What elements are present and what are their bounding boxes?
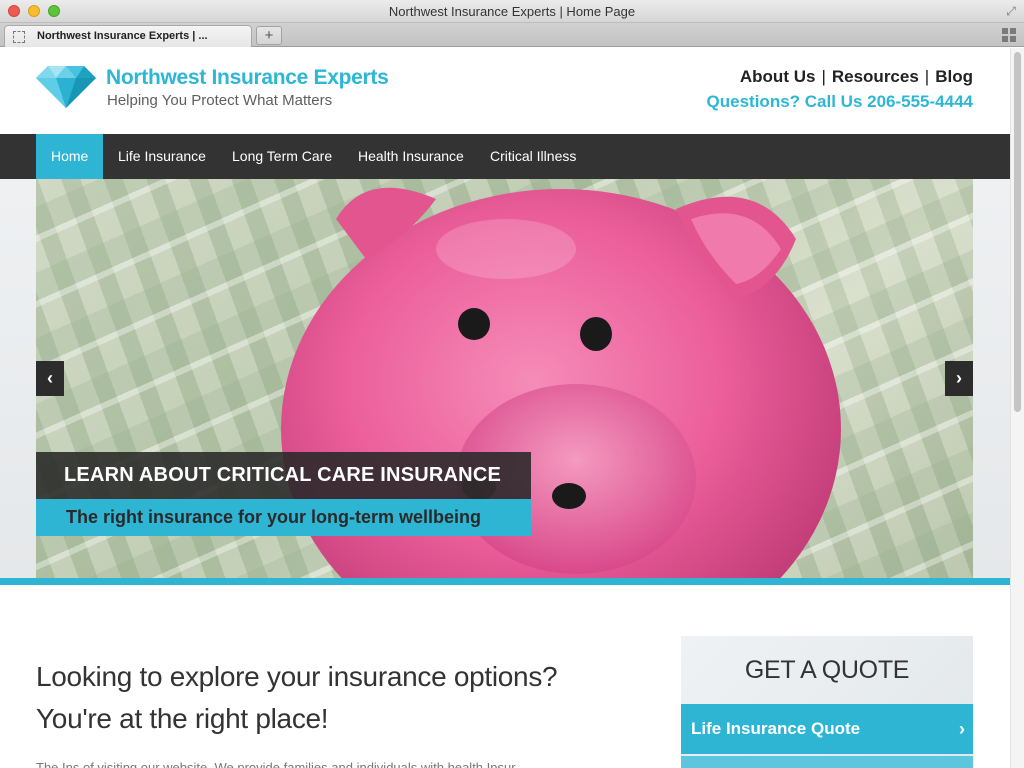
blog-link[interactable]: Blog xyxy=(935,67,973,86)
scrollbar-thumb[interactable] xyxy=(1014,52,1021,412)
resources-link[interactable]: Resources xyxy=(832,67,919,86)
window-title: Northwest Insurance Experts | Home Page xyxy=(388,4,636,19)
brand-name[interactable]: Northwest Insurance Experts xyxy=(106,66,389,90)
quote-button-next[interactable] xyxy=(681,756,973,768)
favicon-icon xyxy=(13,31,25,43)
phone-contact[interactable]: Questions? Call Us 206-555-4444 xyxy=(707,92,973,112)
main-nav: Home Life Insurance Long Term Care Healt… xyxy=(0,134,1010,179)
browser-tab[interactable]: Northwest Insurance Experts | ... xyxy=(4,25,252,47)
tab-overview-icon[interactable] xyxy=(1002,28,1016,42)
chevron-left-icon[interactable]: ‹ xyxy=(36,361,64,396)
nav-item-critical-illness[interactable]: Critical Illness xyxy=(490,134,576,179)
accent-divider xyxy=(0,578,1010,585)
brand-tagline: Helping You Protect What Matters xyxy=(107,92,333,109)
hero-caption-subtitle[interactable]: The right insurance for your long-term w… xyxy=(36,499,531,536)
nav-item-long-term-care[interactable]: Long Term Care xyxy=(232,134,332,179)
page-headline: Looking to explore your insurance option… xyxy=(36,661,558,734)
quote-button-label: Life Insurance Quote xyxy=(691,719,861,738)
hero-margin-left xyxy=(0,179,36,578)
intro-text: The Ins of visiting our website. We prov… xyxy=(36,760,526,768)
new-tab-button[interactable]: + xyxy=(256,26,282,45)
quote-title: GET A QUOTE xyxy=(744,656,910,684)
top-links: About Us | Resources | Blog xyxy=(740,67,973,87)
tab-bar: Northwest Insurance Experts | ... + xyxy=(0,23,1024,47)
chevron-right-icon[interactable]: › xyxy=(945,361,973,396)
about-us-link[interactable]: About Us xyxy=(740,67,816,86)
life-insurance-quote-button[interactable]: Life Insurance Quote › xyxy=(681,704,973,754)
nav-item-home[interactable]: Home xyxy=(36,134,104,179)
chevron-right-icon: › xyxy=(959,719,965,739)
hero-margin-right xyxy=(973,179,1010,578)
window-titlebar: Northwest Insurance Experts | Home Page … xyxy=(0,0,1024,23)
link-separator: | xyxy=(924,67,930,86)
diamond-icon[interactable] xyxy=(36,64,96,108)
tab-label: Northwest Insurance Experts | ... xyxy=(37,30,208,42)
fullscreen-icon[interactable]: ⤢ xyxy=(1004,4,1018,18)
nav-item-health-insurance[interactable]: Health Insurance xyxy=(358,134,464,179)
web-page: Northwest Insurance Experts Helping You … xyxy=(0,48,1010,768)
hero-caption-title[interactable]: LEARN ABOUT CRITICAL CARE INSURANCE xyxy=(36,452,531,499)
vertical-scrollbar[interactable] xyxy=(1010,48,1024,768)
link-separator: | xyxy=(821,67,826,86)
nav-item-life-insurance[interactable]: Life Insurance xyxy=(118,134,206,179)
